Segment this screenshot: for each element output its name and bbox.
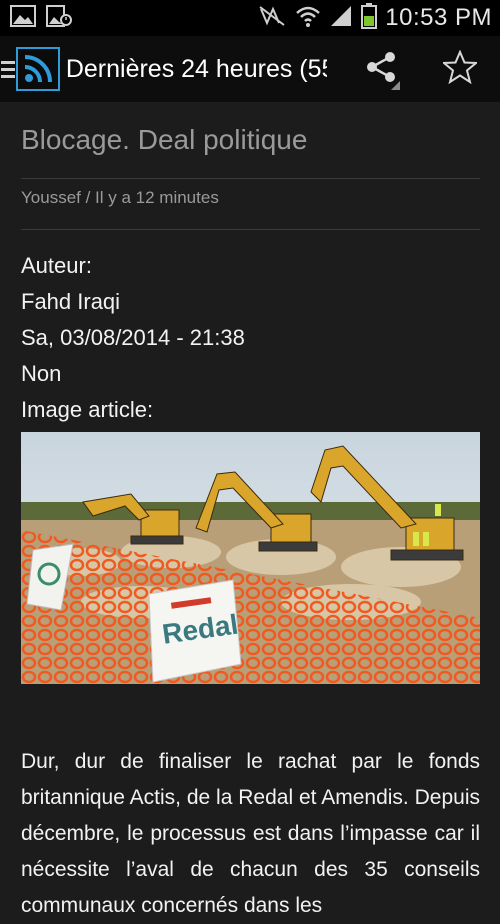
signal-icon — [329, 4, 353, 33]
article-flag: Non — [21, 361, 62, 386]
star-icon — [441, 48, 479, 89]
article-byline: Youssef / Il y a 12 minutes — [21, 188, 219, 207]
gallery-icon — [10, 4, 36, 32]
share-button[interactable] — [341, 36, 421, 102]
action-bar: Dernières 24 heures (55) — [0, 36, 500, 102]
screenshot-icon — [46, 4, 72, 32]
wifi-icon — [295, 4, 321, 33]
article-content: Blocage. Deal politique Youssef / Il y a… — [21, 102, 480, 924]
status-time: 10:53 PM — [385, 4, 492, 31]
image-label: Image article: — [21, 397, 154, 422]
article-meta: Auteur: Fahd Iraqi Sa, 03/08/2014 - 21:3… — [21, 248, 480, 428]
article-image[interactable]: Redal — [21, 432, 480, 684]
action-bar-title[interactable]: Dernières 24 heures (55) — [66, 55, 327, 84]
status-bar: 10:53 PM — [0, 0, 500, 36]
rss-feed-icon[interactable] — [16, 47, 60, 91]
favorite-button[interactable] — [420, 36, 500, 102]
author-label: Auteur: — [21, 253, 92, 278]
article-date: Sa, 03/08/2014 - 21:38 — [21, 325, 245, 350]
mute-icon — [257, 5, 287, 32]
byline-divider — [21, 229, 480, 230]
drawer-icon[interactable] — [1, 60, 15, 78]
battery-icon — [361, 2, 378, 34]
article-body: Dur, dur de finaliser le rachat par le f… — [21, 750, 480, 917]
article-title: Blocage. Deal politique — [21, 124, 308, 155]
share-overflow-indicator — [391, 81, 401, 90]
author-name: Fahd Iraqi — [21, 289, 121, 314]
title-divider — [21, 178, 480, 179]
